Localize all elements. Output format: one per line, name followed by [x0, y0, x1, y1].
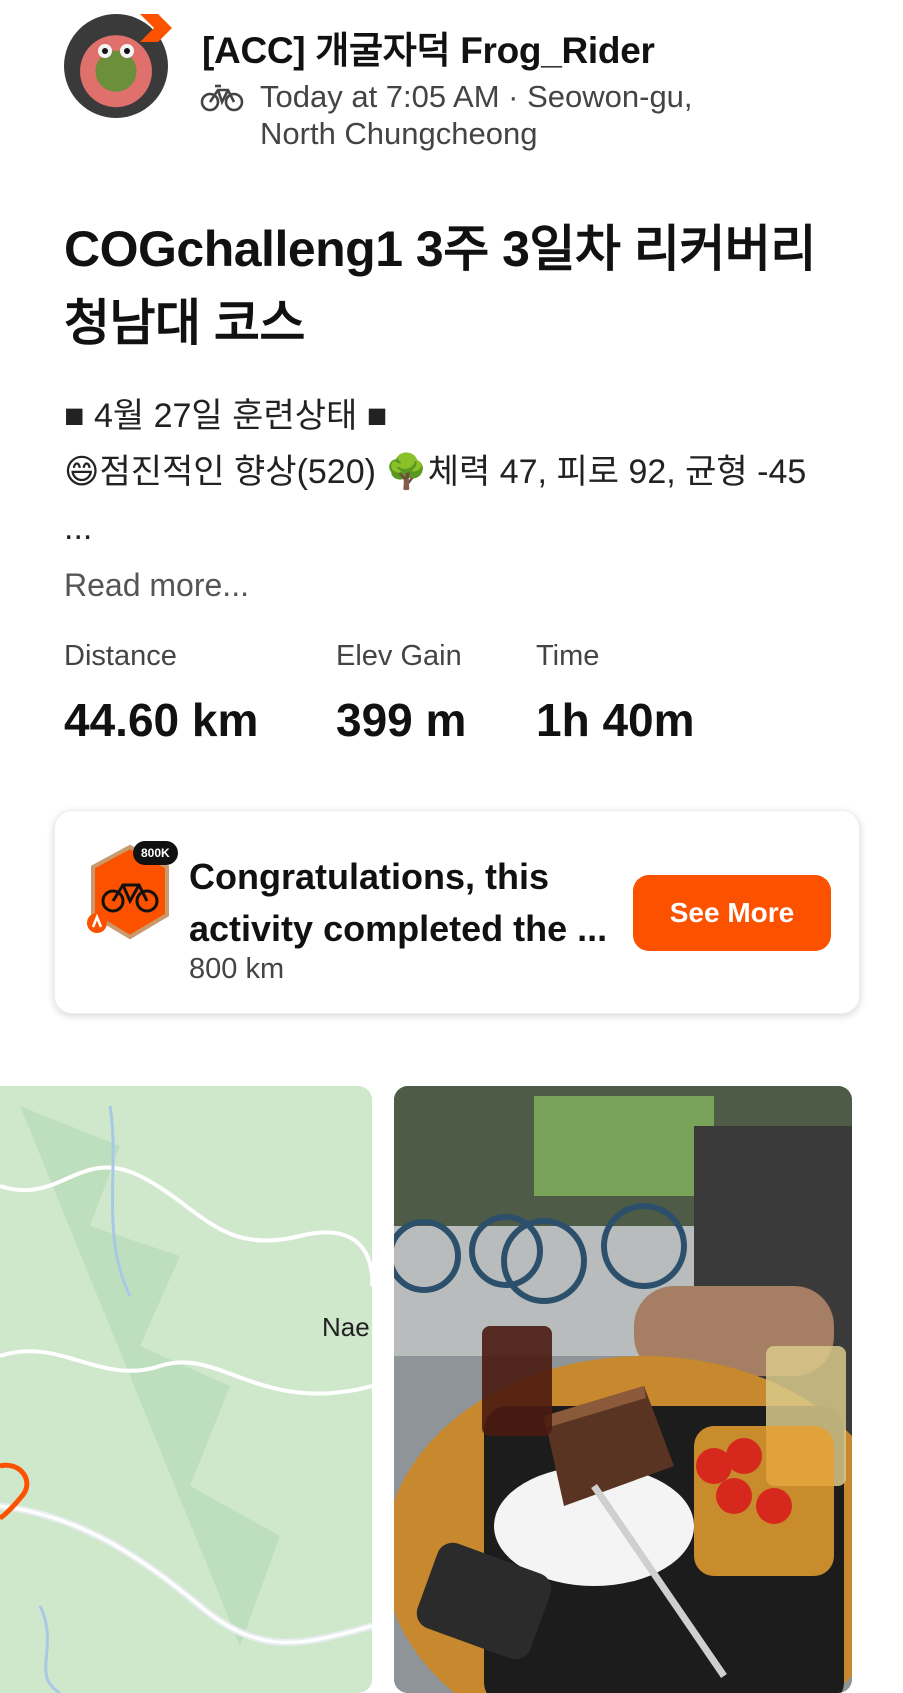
- description-line: ■ 4월 27일 훈련상태 ■: [64, 397, 388, 435]
- achievement-title: Congratulations, this activity completed…: [189, 856, 608, 949]
- activity-datetime-location: Today at 7:05 AM · Seowon-gu,: [260, 79, 693, 114]
- subscriber-badge-icon: [140, 14, 172, 42]
- activity-region: North Chungcheong: [260, 116, 538, 151]
- activity-meta: Today at 7:05 AM · Seowon-gu, North Chun…: [260, 78, 693, 152]
- achievement-card[interactable]: 800K Congratulations, this activity comp…: [54, 810, 860, 1014]
- route-map[interactable]: Nae: [0, 1086, 372, 1693]
- map-place-label: Nae: [322, 1312, 370, 1342]
- avatar-eye-right: [120, 44, 134, 58]
- stat-label: Elev Gain: [336, 640, 462, 672]
- badge-label: 800K: [133, 841, 178, 865]
- activity-description: ■ 4월 27일 훈련상태 ■ 😄점진적인 향상(520) 🌳체력 47, 피로…: [64, 388, 806, 556]
- stat-label: Time: [536, 640, 600, 672]
- activity-title[interactable]: COGchalleng1 3주 3일차 리커버리 청남대 코스: [64, 212, 844, 360]
- bike-icon: [200, 84, 244, 112]
- activity-stats: Distance 44.60 km Elev Gain 399 m Time 1…: [64, 640, 824, 750]
- stat-distance: Distance 44.60 km: [64, 640, 258, 747]
- read-more-link[interactable]: Read more...: [64, 567, 249, 604]
- map-graphic: [0, 1086, 372, 1693]
- description-line: 😄점진적인 향상(520) 🌳체력 47, 피로 92, 균형 -45: [64, 453, 807, 491]
- athlete-name[interactable]: [ACC] 개굴자덕 Frog_Rider: [202, 20, 655, 74]
- stat-elev-gain: Elev Gain 399 m: [336, 640, 466, 747]
- see-more-button[interactable]: See More: [633, 875, 831, 951]
- achievement-subtitle: 800 km: [189, 953, 285, 985]
- description-ellipsis: ...: [64, 509, 93, 547]
- stat-label: Distance: [64, 640, 177, 672]
- stat-time: Time 1h 40m: [536, 640, 695, 747]
- stat-value: 399 m: [336, 694, 467, 746]
- photo-graphic: [394, 1086, 852, 1693]
- stat-value: 1h 40m: [536, 694, 695, 746]
- avatar-eye-left: [98, 44, 112, 58]
- activity-header: [ACC] 개굴자덕 Frog_Rider Today at 7:05 AM ·…: [64, 14, 884, 154]
- stat-value: 44.60 km: [64, 694, 259, 746]
- activity-photo[interactable]: [394, 1086, 852, 1693]
